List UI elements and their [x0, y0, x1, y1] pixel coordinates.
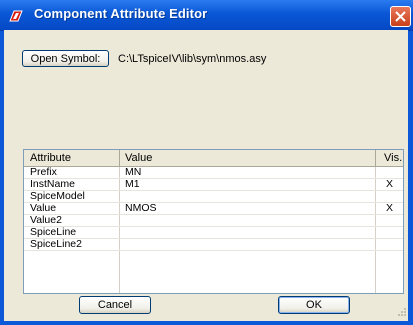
- attribute-name-cell[interactable]: SpiceLine2: [30, 238, 82, 250]
- table-row[interactable]: Value NMOS X: [24, 202, 403, 215]
- attribute-name-cell[interactable]: Value: [30, 202, 56, 214]
- attribute-name-cell[interactable]: Value2: [30, 214, 62, 226]
- attribute-name-cell[interactable]: SpiceLine: [30, 226, 76, 238]
- attribute-value-cell[interactable]: M1: [125, 178, 140, 190]
- column-header-vis[interactable]: Vis.: [375, 150, 403, 166]
- ok-button[interactable]: OK: [278, 296, 350, 314]
- visibility-cell[interactable]: X: [386, 202, 393, 214]
- title-bar[interactable]: Component Attribute Editor: [0, 0, 413, 31]
- close-button[interactable]: [390, 6, 411, 27]
- attribute-name-cell[interactable]: SpiceModel: [30, 190, 85, 202]
- attribute-value-cell[interactable]: NMOS: [125, 202, 157, 214]
- table-row[interactable]: SpiceLine2: [24, 238, 403, 251]
- column-header-value[interactable]: Value: [119, 150, 375, 166]
- attribute-value-cell[interactable]: MN: [125, 166, 141, 178]
- table-row[interactable]: Value2: [24, 214, 403, 227]
- open-symbol-button[interactable]: Open Symbol:: [22, 50, 109, 67]
- close-icon: [395, 11, 406, 22]
- ltspice-app-icon: [9, 10, 23, 22]
- dialog-body: Open Symbol: C:\LTspiceIV\lib\sym\nmos.a…: [4, 30, 408, 321]
- resize-grip-icon[interactable]: [395, 307, 407, 319]
- dialog-window: Component Attribute Editor Open Symbol: …: [0, 0, 413, 325]
- window-title: Component Attribute Editor: [34, 6, 208, 21]
- attribute-name-cell[interactable]: Prefix: [30, 166, 57, 178]
- symbol-path: C:\LTspiceIV\lib\sym\nmos.asy: [118, 53, 267, 65]
- column-header-attribute[interactable]: Attribute: [24, 150, 119, 166]
- table-header: Attribute Value Vis.: [24, 150, 403, 167]
- cancel-button[interactable]: Cancel: [79, 296, 151, 314]
- table-row[interactable]: Prefix MN: [24, 166, 403, 179]
- visibility-cell[interactable]: X: [386, 178, 393, 190]
- attribute-name-cell[interactable]: InstName: [30, 178, 75, 190]
- table-row[interactable]: SpiceModel: [24, 190, 403, 203]
- attribute-table: Attribute Value Vis. Prefix MN InstName M1 X…: [23, 149, 404, 294]
